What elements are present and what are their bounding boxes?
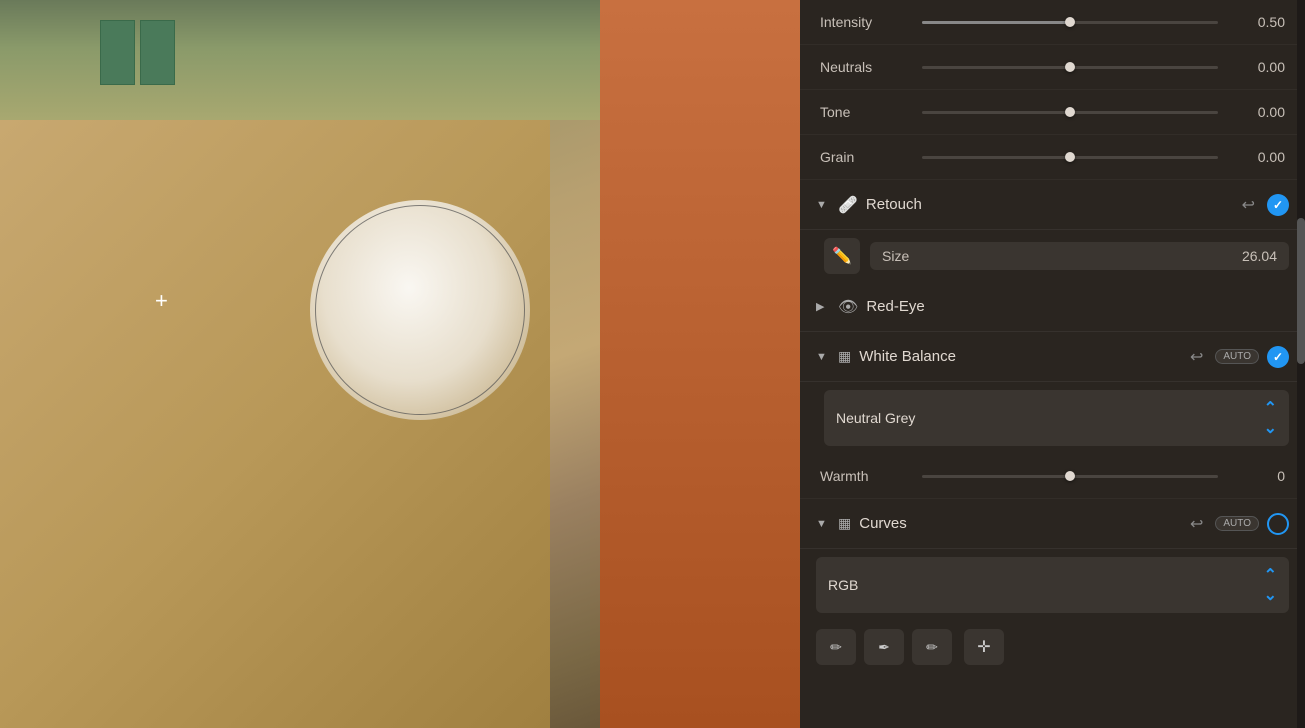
curves-tools-row: ✏ ✒ ✏ ✛: [800, 621, 1305, 673]
retouch-circle: [310, 200, 530, 420]
window-shutters: [100, 15, 220, 95]
wb-enabled-toggle[interactable]: [1267, 346, 1289, 368]
retouch-chevron-icon: ▼: [816, 199, 830, 211]
panel-content[interactable]: Intensity 0.50 Neutrals 0.00 Tone: [800, 0, 1305, 728]
curves-icon: ▦: [838, 515, 851, 532]
grain-label: Grain: [820, 149, 910, 165]
warmth-thumb[interactable]: [1065, 471, 1075, 481]
tone-row: Tone 0.00: [800, 90, 1305, 135]
red-eye-icon: 👁: [838, 297, 858, 317]
crosshair-cursor[interactable]: [155, 290, 175, 310]
retouch-tool-icon-box[interactable]: ✏️: [824, 238, 860, 274]
panel-scroll-area: Intensity 0.50 Neutrals 0.00 Tone: [800, 0, 1305, 728]
size-value: 26.04: [1242, 248, 1277, 264]
wb-icon: ▦: [838, 348, 851, 365]
curves-section-header[interactable]: ▼ ▦ Curves ↩ AUTO: [800, 499, 1305, 549]
shutter-right: [140, 20, 175, 85]
warmth-label: Warmth: [820, 468, 910, 484]
grain-value: 0.00: [1230, 149, 1285, 165]
tone-track[interactable]: [922, 111, 1218, 114]
warmth-track[interactable]: [922, 475, 1218, 478]
curves-channel-label: RGB: [828, 577, 858, 593]
retouch-enabled-toggle[interactable]: [1267, 194, 1289, 216]
curves-eyedropper-icon: ✒: [878, 639, 890, 656]
curves-chevron-icon: ▼: [816, 518, 830, 530]
wb-reset-icon[interactable]: ↩: [1190, 347, 1203, 367]
neutrals-value: 0.00: [1230, 59, 1285, 75]
tone-value: 0.00: [1230, 104, 1285, 120]
photo-canvas: [0, 0, 800, 728]
right-panel: Intensity 0.50 Neutrals 0.00 Tone: [800, 0, 1305, 728]
red-eye-chevron-icon: ▶: [816, 300, 830, 313]
curves-auto-badge[interactable]: AUTO: [1215, 516, 1259, 531]
pen-icon: ✏️: [832, 246, 852, 266]
curves-dropdown-row: RGB ⌃⌄: [800, 549, 1305, 621]
wb-auto-badge[interactable]: AUTO: [1215, 349, 1259, 364]
right-building: [600, 0, 800, 728]
intensity-thumb[interactable]: [1065, 17, 1075, 27]
size-input-area[interactable]: Size 26.04: [870, 242, 1289, 270]
retouch-tool-row: ✏️ Size 26.04: [800, 230, 1305, 282]
curves-dropdown-chevron-icon: ⌃⌄: [1264, 565, 1277, 605]
curves-channel-dropdown[interactable]: RGB ⌃⌄: [816, 557, 1289, 613]
intensity-row: Intensity 0.50: [800, 0, 1305, 45]
tone-thumb[interactable]: [1065, 107, 1075, 117]
curves-highlight-tool-button[interactable]: ✏: [912, 629, 952, 665]
curves-add-point-button[interactable]: ✛: [964, 629, 1004, 665]
wb-dropdown-chevron-icon: ⌃⌄: [1264, 398, 1277, 438]
intensity-label: Intensity: [820, 14, 910, 30]
retouch-section-header[interactable]: ▼ 🩹 Retouch ↩: [800, 180, 1305, 230]
retouch-ring: [315, 205, 525, 415]
curves-title: Curves: [859, 515, 1182, 532]
neutrals-label: Neutrals: [820, 59, 910, 75]
curves-plus-icon: ✛: [977, 637, 990, 657]
warmth-value: 0: [1230, 468, 1285, 484]
curves-pen-tool-button[interactable]: ✏: [816, 629, 856, 665]
neutrals-row: Neutrals 0.00: [800, 45, 1305, 90]
curves-highlight-icon: ✏: [926, 639, 938, 656]
wb-section-header[interactable]: ▼ ▦ White Balance ↩ AUTO: [800, 332, 1305, 382]
tone-label: Tone: [820, 104, 910, 120]
neutrals-thumb[interactable]: [1065, 62, 1075, 72]
panel-scrollbar-track[interactable]: [1297, 0, 1305, 728]
size-label: Size: [882, 248, 1234, 264]
grain-row: Grain 0.00: [800, 135, 1305, 180]
neutrals-track[interactable]: [922, 66, 1218, 69]
wb-dropdown-row: Neutral Grey ⌃⌄: [800, 382, 1305, 454]
grain-track[interactable]: [922, 156, 1218, 159]
curves-enabled-toggle[interactable]: [1267, 513, 1289, 535]
intensity-track[interactable]: [922, 21, 1218, 24]
intensity-fill: [922, 21, 1070, 24]
wb-chevron-icon: ▼: [816, 351, 830, 363]
grain-thumb[interactable]: [1065, 152, 1075, 162]
curves-pen-icon: ✏: [830, 639, 842, 656]
red-eye-title: Red-Eye: [866, 298, 1289, 315]
wb-preset-dropdown[interactable]: Neutral Grey ⌃⌄: [824, 390, 1289, 446]
red-eye-section-header[interactable]: ▶ 👁 Red-Eye: [800, 282, 1305, 332]
shutter-left: [100, 20, 135, 85]
retouch-title: Retouch: [866, 196, 1234, 213]
retouch-reset-icon[interactable]: ↩: [1242, 195, 1255, 215]
curves-eyedropper-tool-button[interactable]: ✒: [864, 629, 904, 665]
intensity-value: 0.50: [1230, 14, 1285, 30]
retouch-band-aid-icon: 🩹: [838, 195, 858, 215]
curves-reset-icon[interactable]: ↩: [1190, 514, 1203, 534]
wb-preset-label: Neutral Grey: [836, 410, 915, 426]
wb-title: White Balance: [859, 348, 1182, 365]
warmth-row: Warmth 0: [800, 454, 1305, 499]
panel-scrollbar-thumb[interactable]: [1297, 218, 1305, 364]
